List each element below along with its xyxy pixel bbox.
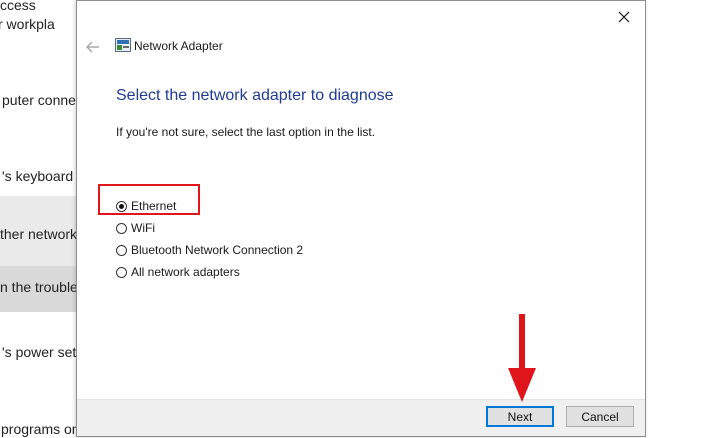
option-label: WiFi bbox=[131, 221, 155, 235]
background-item: puter conne bbox=[2, 92, 76, 108]
back-arrow-icon bbox=[86, 41, 99, 53]
background-item: 's power set bbox=[2, 344, 77, 360]
network-adapter-dialog: Network Adapter Select the network adapt… bbox=[76, 0, 646, 437]
option-bluetooth[interactable]: Bluetooth Network Connection 2 bbox=[116, 239, 303, 261]
dialog-instructions: If you're not sure, select the last opti… bbox=[116, 125, 376, 139]
option-all-adapters[interactable]: All network adapters bbox=[116, 261, 303, 283]
dialog-footer bbox=[77, 399, 645, 436]
radio-button[interactable] bbox=[116, 222, 127, 234]
radio-button[interactable] bbox=[116, 266, 127, 278]
close-button[interactable] bbox=[609, 5, 639, 29]
background-settings-window: ccess r workpla puter conne 's keyboard … bbox=[0, 0, 80, 438]
background-item: ccess bbox=[0, 0, 36, 13]
network-adapter-icon bbox=[115, 38, 131, 52]
cancel-button[interactable]: Cancel bbox=[566, 406, 634, 427]
dialog-app-title: Network Adapter bbox=[134, 39, 223, 53]
option-wifi[interactable]: WiFi bbox=[116, 217, 303, 239]
option-label: All network adapters bbox=[131, 265, 240, 279]
adapter-options-list: Ethernet WiFi Bluetooth Network Connecti… bbox=[116, 195, 303, 283]
background-item: n the trouble bbox=[0, 279, 78, 295]
radio-button-checked[interactable] bbox=[116, 200, 127, 212]
close-icon bbox=[618, 11, 630, 23]
option-label: Bluetooth Network Connection 2 bbox=[131, 243, 304, 257]
option-ethernet[interactable]: Ethernet bbox=[116, 195, 303, 217]
dialog-heading: Select the network adapter to diagnose bbox=[116, 87, 394, 104]
back-button[interactable] bbox=[85, 39, 101, 55]
next-button[interactable]: Next bbox=[486, 406, 554, 427]
title-bar bbox=[77, 1, 645, 33]
background-item: programs on bbox=[1, 421, 80, 437]
annotation-arrow-icon bbox=[508, 314, 536, 402]
radio-button[interactable] bbox=[116, 244, 127, 256]
option-label: Ethernet bbox=[131, 199, 177, 213]
background-item: ther network bbox=[0, 226, 78, 242]
background-item: 's keyboard bbox=[2, 168, 74, 184]
background-item: r workpla bbox=[0, 16, 55, 32]
